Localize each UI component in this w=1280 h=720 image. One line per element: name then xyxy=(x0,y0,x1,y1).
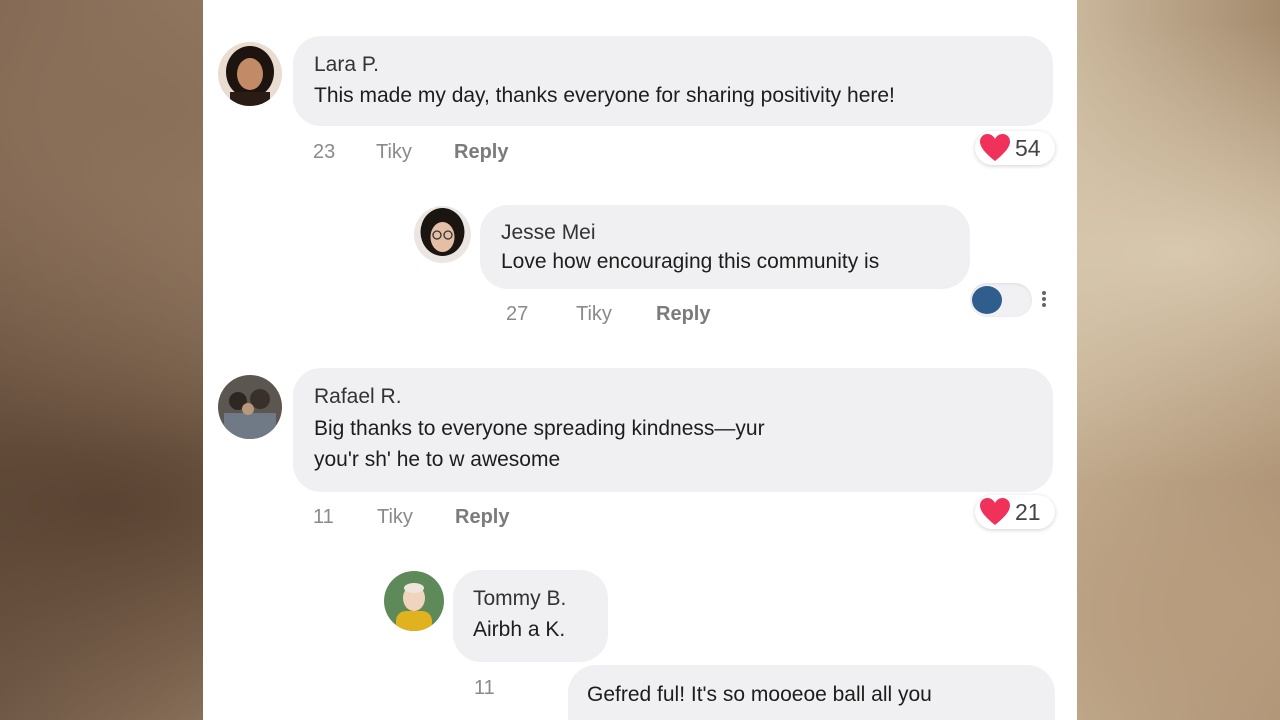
reply-bubble: Gefred ful! It's so mooeoe ball all you xyxy=(568,665,1055,720)
comment-text: Airbh a K. xyxy=(473,618,566,641)
comment-text: Gefred ful! It's so mooeoe ball all you xyxy=(587,683,932,706)
reply-button[interactable]: Reply xyxy=(656,303,710,326)
avatar-lara[interactable] xyxy=(218,42,282,106)
reply-bubble: Jesse Mei Love how encouraging this comm… xyxy=(480,205,970,289)
like-button[interactable]: Tiky xyxy=(576,303,612,326)
comment-time: 27 xyxy=(506,303,529,325)
reaction-count: 21 xyxy=(1015,498,1041,525)
comments-panel[interactable]: Lara P. This made my day, thanks everyon… xyxy=(203,0,1077,720)
comment-text: This made my day, thanks everyone for sh… xyxy=(314,84,895,107)
comment-bubble: Rafael R. Big thanks to everyone spreadi… xyxy=(293,368,1053,492)
reaction-count: 54 xyxy=(1015,134,1041,161)
reaction-badge[interactable]: 54 xyxy=(975,131,1055,165)
comment-author[interactable]: Tommy B. xyxy=(473,587,608,611)
like-button[interactable]: Tiky xyxy=(376,141,412,164)
avatar-tommy[interactable] xyxy=(384,571,444,631)
comment-bubble: Lara P. This made my day, thanks everyon… xyxy=(293,36,1053,126)
comment-text-line2: you'r sh' he to w awesome xyxy=(314,448,561,471)
comment-time: 11 xyxy=(313,506,334,528)
comment-text: Love how encouraging this community is xyxy=(501,250,880,273)
reply-button[interactable]: Reply xyxy=(454,141,508,164)
reply-bubble: Tommy B. Airbh a K. xyxy=(453,570,608,662)
avatar-rafael[interactable] xyxy=(218,375,282,439)
comment-author[interactable]: Lara P. xyxy=(314,53,1053,77)
reaction-badge[interactable]: 21 xyxy=(975,495,1055,529)
comment-time: 23 xyxy=(313,141,336,163)
chat-bubble-toggle[interactable] xyxy=(970,283,1032,317)
reply-button[interactable]: Reply xyxy=(455,506,509,529)
like-button[interactable]: Tiky xyxy=(377,506,413,529)
more-vertical-icon[interactable] xyxy=(1041,289,1047,311)
chat-bubble-icon xyxy=(972,286,1002,314)
comment-time: 11 xyxy=(474,677,495,699)
comment-text-line1: Big thanks to everyone spreading kindnes… xyxy=(314,417,765,440)
comment-author[interactable]: Jesse Mei xyxy=(501,221,970,245)
avatar-jesse[interactable] xyxy=(414,206,471,263)
heart-icon xyxy=(980,498,1010,525)
heart-icon xyxy=(980,134,1010,161)
comment-author[interactable]: Rafael R. xyxy=(314,385,1053,409)
